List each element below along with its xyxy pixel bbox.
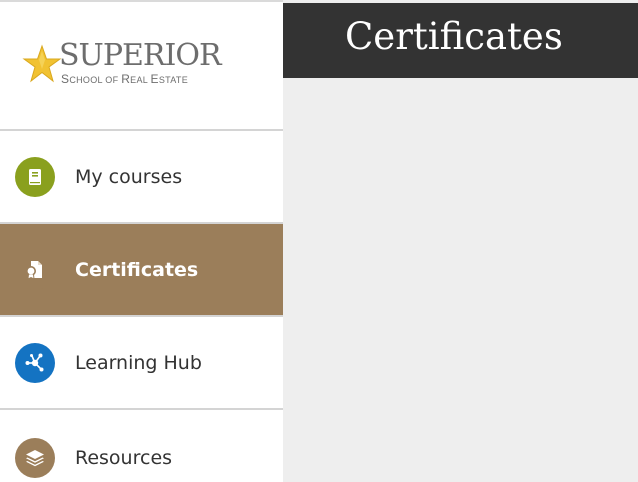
sidebar-item-label: Certificates xyxy=(75,258,199,281)
app-window: SUPERIOR SCHOOL OF REAL ESTATE My course… xyxy=(0,0,638,482)
sidebar: SUPERIOR SCHOOL OF REAL ESTATE My course… xyxy=(0,0,283,482)
sidebar-item-label: Resources xyxy=(75,446,173,469)
page-header: Certificates xyxy=(283,3,638,78)
sidebar-item-certificates[interactable]: Certificates xyxy=(0,224,283,315)
main-content: Certificates xyxy=(283,0,638,482)
logo[interactable]: SUPERIOR SCHOOL OF REAL ESTATE xyxy=(0,4,283,129)
sidebar-item-label: Learning Hub xyxy=(75,351,202,374)
sidebar-item-label: My courses xyxy=(75,165,183,188)
certificate-icon xyxy=(15,249,55,290)
book-icon xyxy=(15,156,55,197)
star-icon xyxy=(22,44,62,83)
divider xyxy=(0,408,283,410)
sidebar-item-learning-hub[interactable]: Learning Hub xyxy=(0,317,283,408)
logo-wordmark: SUPERIOR xyxy=(59,38,222,73)
network-icon xyxy=(15,342,55,383)
layers-icon xyxy=(15,437,55,478)
sidebar-item-resources[interactable]: Resources xyxy=(0,412,283,482)
sidebar-item-my-courses[interactable]: My courses xyxy=(0,131,283,222)
page-title: Certificates xyxy=(345,15,563,58)
logo-subtitle: SCHOOL OF REAL ESTATE xyxy=(61,72,189,86)
